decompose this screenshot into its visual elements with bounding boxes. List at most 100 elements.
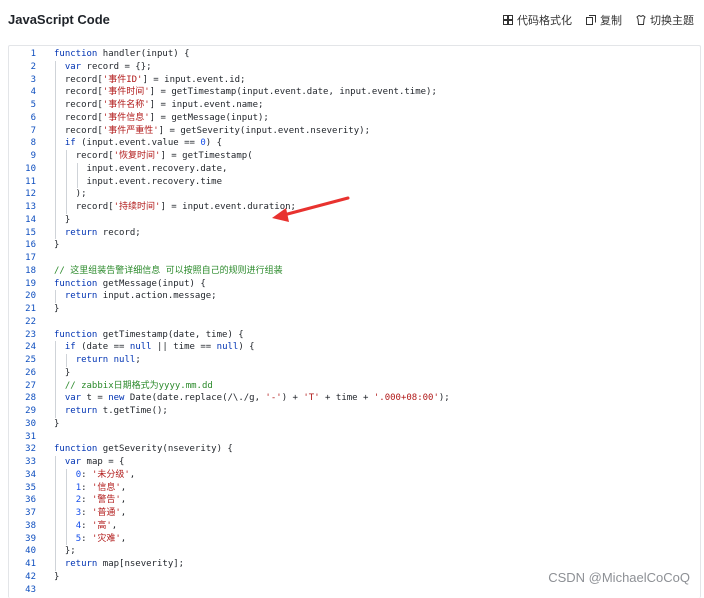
code-language-title: JavaScript Code [8, 12, 110, 27]
format-icon [503, 15, 513, 25]
code-editor[interactable]: 1 function handler(input) {2 var record =… [8, 45, 701, 598]
toggle-theme-label: 切换主题 [650, 15, 694, 27]
line-number: 43 [25, 584, 36, 595]
line-code: record['恢复时间'] = getTimestamp( [75, 151, 253, 161]
line-number: 8 [30, 138, 36, 149]
code-line: 2 var record = {}; [9, 60, 700, 74]
line-code: }; [54, 546, 76, 557]
code-line: 19 function getMessage(input) { [9, 278, 700, 291]
code-line: 11 input.event.recovery.time [9, 175, 700, 189]
line-code: } [54, 418, 60, 429]
code-line: 8 if (input.event.value == 0) { [9, 137, 700, 150]
line-number: 42 [25, 571, 36, 582]
line-code: // zabbix日期格式为yyyy.mm.dd [64, 380, 213, 391]
line-code: if (input.event.value == 0) { [64, 138, 223, 149]
line-number: 18 [25, 265, 36, 276]
code-line: 35 1: '信息', [9, 481, 700, 495]
code-line: 1 function handler(input) { [9, 48, 700, 61]
line-number: 17 [25, 253, 36, 263]
code-line: 34 0: '未分级', [9, 468, 700, 482]
line-code: 0: '未分级', [75, 469, 136, 480]
format-code-label: 代码格式化 [517, 15, 572, 27]
code-line: 15 return record; [9, 226, 700, 240]
code-line: 41 return map[nseverity]; [9, 558, 700, 571]
code-line: 5 record['事件名称'] = input.event.name; [9, 99, 700, 112]
code-line: 33 var map = { [9, 456, 700, 469]
line-number: 9 [30, 151, 36, 161]
code-line: 31 [9, 431, 700, 444]
line-number: 33 [25, 457, 36, 467]
line-code: input.event.recovery.date, [86, 163, 228, 174]
line-number: 24 [25, 342, 36, 353]
line-number: 10 [25, 163, 36, 174]
red-arrow-annotation [272, 196, 350, 222]
code-line: 20 return input.action.message; [9, 290, 700, 303]
code-line: 29 return t.getTime(); [9, 405, 700, 418]
line-code: record['事件信息'] = getMessage(input); [64, 112, 269, 123]
code-line: 26 } [9, 366, 700, 380]
line-number: 36 [25, 495, 36, 506]
line-code: } [54, 367, 71, 378]
line-number: 11 [25, 176, 36, 187]
line-number: 29 [25, 406, 36, 416]
line-code: 2: '警告', [75, 495, 127, 506]
line-number: 16 [25, 240, 36, 251]
line-number: 23 [25, 329, 36, 340]
line-number: 3 [30, 74, 36, 85]
line-number: 4 [30, 87, 36, 98]
line-number: 13 [25, 202, 36, 212]
line-code: 3: '普通', [75, 508, 127, 518]
line-code: return t.getTime(); [64, 406, 168, 416]
format-code-button[interactable]: 代码格式化 [503, 12, 572, 28]
code-line: 17 [9, 252, 700, 265]
code-line: 38 4: '高', [9, 519, 700, 533]
line-number: 7 [30, 125, 36, 136]
line-number: 22 [25, 316, 36, 327]
line-number: 38 [25, 520, 36, 531]
line-code: return map[nseverity]; [64, 559, 185, 569]
code-line: 10 input.event.recovery.date, [9, 162, 700, 176]
code-line: 37 3: '普通', [9, 507, 700, 520]
line-code: 5: '灾难', [75, 533, 127, 544]
line-code: ); [54, 189, 87, 200]
line-number: 25 [25, 355, 36, 365]
line-number: 14 [25, 214, 36, 225]
line-number: 26 [25, 367, 36, 378]
line-code: record['事件时间'] = getTimestamp(input.even… [64, 87, 437, 98]
line-number: 21 [25, 304, 36, 314]
code-line: 36 2: '警告', [9, 494, 700, 507]
line-number: 12 [25, 189, 36, 200]
code-line: 43 [9, 584, 700, 597]
line-code: record['事件严重性'] = getSeverity(input.even… [64, 125, 370, 136]
line-number: 19 [25, 278, 36, 289]
line-number: 35 [25, 482, 36, 493]
code-line: 25 return null; [9, 354, 700, 367]
copy-button[interactable]: 复制 [586, 12, 622, 28]
line-code: function getSeverity(nseverity) { [54, 444, 233, 455]
line-code: } [54, 240, 60, 251]
copy-label: 复制 [600, 15, 622, 27]
code-line: 6 record['事件信息'] = getMessage(input); [9, 111, 700, 125]
line-code: 1: '信息', [75, 482, 127, 493]
code-line: 14 } [9, 213, 700, 227]
code-line: 3 record['事件ID'] = input.event.id; [9, 73, 700, 87]
line-code: return record; [64, 227, 141, 238]
code-line: 39 5: '灾难', [9, 532, 700, 546]
line-number: 31 [25, 431, 36, 442]
toggle-theme-button[interactable]: 切换主题 [636, 12, 694, 28]
code-line: 16} [9, 239, 700, 252]
code-line: 9 record['恢复时间'] = getTimestamp( [9, 150, 700, 163]
code-line: 7 record['事件严重性'] = getSeverity(input.ev… [9, 124, 700, 138]
code-line: 24 if (date == null || time == null) { [9, 341, 700, 354]
code-line: 4 record['事件时间'] = getTimestamp(input.ev… [9, 86, 700, 99]
code-line: 27 // zabbix日期格式为yyyy.mm.dd [9, 379, 700, 393]
line-code: return input.action.message; [64, 291, 217, 302]
line-code: input.event.recovery.time [86, 176, 223, 187]
line-number: 37 [25, 508, 36, 518]
line-code: function getTimestamp(date, time) { [54, 329, 244, 340]
code-line: 30} [9, 418, 700, 431]
line-number: 20 [25, 291, 36, 302]
code-line: 22 [9, 316, 700, 329]
code-line: 23 function getTimestamp(date, time) { [9, 329, 700, 342]
code-line: 32 function getSeverity(nseverity) { [9, 443, 700, 456]
